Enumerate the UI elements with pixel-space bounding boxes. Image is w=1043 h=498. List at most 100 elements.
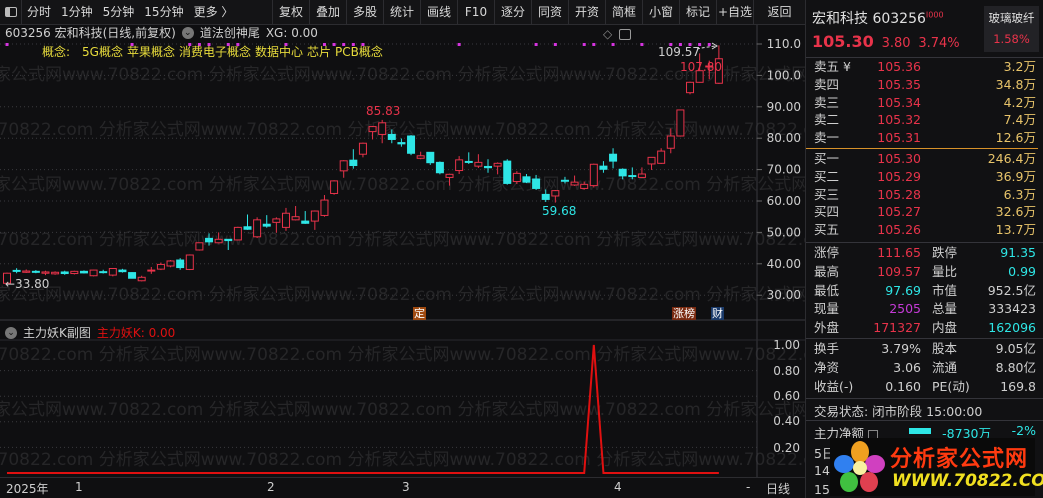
finance-marker[interactable]: 财 [711, 307, 724, 320]
candle[interactable] [599, 161, 608, 173]
candle[interactable] [532, 174, 541, 191]
candle[interactable] [291, 206, 300, 221]
overlay-button[interactable]: 叠加 [309, 0, 346, 25]
indicator-name[interactable]: 道法创神尾 [200, 25, 260, 41]
candle[interactable] [301, 211, 310, 224]
sub-chart-title[interactable]: 主力妖K副图 [23, 324, 91, 341]
kline-chart[interactable]: 110.0 100.0 90.00 80.00 70.00 60.00 50.00 40.00… [0, 0, 805, 498]
candle[interactable] [378, 119, 387, 144]
candle[interactable] [330, 180, 339, 195]
panel-layout-icon[interactable] [619, 29, 631, 40]
candle[interactable] [503, 159, 512, 185]
add-watchlist-button[interactable]: +自选 [716, 0, 753, 25]
multi-stock-button[interactable]: 多股 [346, 0, 383, 25]
candle[interactable] [416, 151, 425, 160]
concept-tag[interactable]: PCB概念 [335, 44, 383, 60]
tab-1min[interactable]: 1分钟 [56, 0, 98, 25]
candle[interactable] [41, 270, 50, 276]
draw-line-button[interactable]: 画线 [420, 0, 457, 25]
candle[interactable] [407, 135, 416, 156]
small-window-button[interactable]: 小窗 [642, 0, 679, 25]
candle[interactable] [686, 81, 695, 95]
bid-row[interactable]: 买二 105.29 36.9万 [814, 168, 1036, 186]
ask-row[interactable]: 卖一 105.31 12.6万 [814, 129, 1036, 147]
zhangbang-marker[interactable]: 涨榜 [672, 307, 696, 320]
candle[interactable] [243, 214, 252, 230]
candle[interactable] [647, 156, 656, 170]
candle[interactable] [137, 275, 146, 282]
candle[interactable] [22, 269, 31, 273]
candle[interactable] [12, 268, 21, 274]
candle[interactable] [31, 270, 40, 274]
date-axis-dash[interactable]: - [746, 480, 750, 494]
candle[interactable] [320, 195, 329, 217]
candle[interactable] [455, 156, 464, 174]
ask-row[interactable]: 卖三 105.34 4.2万 [814, 94, 1036, 112]
tab-intraday[interactable]: 分时 [22, 0, 56, 25]
candle[interactable] [60, 270, 69, 275]
candle[interactable] [195, 242, 204, 251]
same-capital-button[interactable]: 同资 [531, 0, 568, 25]
candle[interactable] [99, 269, 108, 274]
candle[interactable] [224, 238, 233, 250]
open-capital-button[interactable]: 开资 [568, 0, 605, 25]
concept-tag[interactable]: 芯片 [307, 44, 331, 60]
statistics-button[interactable]: 统计 [383, 0, 420, 25]
candle[interactable] [657, 148, 666, 164]
adjust-button[interactable]: 复权 [272, 0, 309, 25]
candle[interactable] [349, 149, 358, 169]
tab-more[interactable]: 更多 〉 [189, 0, 239, 25]
period-label[interactable]: 日线 [766, 480, 790, 497]
candle[interactable] [339, 160, 348, 178]
candle[interactable] [628, 167, 637, 180]
candle[interactable] [676, 109, 685, 137]
ask-row[interactable]: 卖二 105.32 7.4万 [814, 111, 1036, 129]
candle[interactable] [387, 129, 396, 144]
ask-row[interactable]: 卖五 ¥ 105.36 3.2万 [814, 58, 1036, 76]
candle[interactable] [589, 163, 598, 188]
sector-box[interactable]: 玻璃玻纤 1.58% [984, 6, 1039, 52]
candle[interactable] [281, 207, 290, 231]
sub-indicator-dropdown-icon[interactable]: ⌄ [5, 326, 17, 339]
diamond-icon[interactable]: ◇ [603, 27, 612, 41]
back-button[interactable]: 返回 [753, 0, 805, 25]
candle[interactable] [205, 233, 214, 246]
candle[interactable] [493, 162, 502, 175]
candle[interactable] [108, 268, 117, 277]
simple-frame-button[interactable]: 简框 [605, 0, 642, 25]
tab-15min[interactable]: 15分钟 [139, 0, 188, 25]
candle[interactable] [464, 152, 473, 164]
mark-button[interactable]: 标记 [679, 0, 716, 25]
candle[interactable] [368, 125, 377, 140]
candle[interactable] [426, 151, 435, 165]
candle[interactable] [445, 173, 454, 186]
candle[interactable] [272, 217, 281, 233]
candle[interactable] [522, 173, 531, 184]
candle[interactable] [253, 217, 262, 239]
ding-marker[interactable]: 定 [413, 307, 426, 320]
candle[interactable] [118, 268, 127, 273]
bid-row[interactable]: 买一 105.30 246.4万 [814, 150, 1036, 168]
bid-row[interactable]: 买三 105.28 6.3万 [814, 186, 1036, 204]
concept-tag[interactable]: 苹果概念 [127, 44, 175, 60]
candle[interactable] [79, 270, 88, 274]
candle[interactable] [666, 128, 675, 154]
candle[interactable] [89, 269, 98, 277]
concept-tag[interactable]: 5G概念 [82, 44, 123, 60]
candle[interactable] [560, 176, 569, 184]
candle[interactable] [185, 254, 194, 271]
candle[interactable] [609, 148, 618, 169]
candle[interactable] [166, 260, 175, 268]
candle[interactable] [51, 271, 60, 275]
candle[interactable] [512, 171, 521, 185]
candle[interactable] [570, 175, 579, 186]
candle[interactable] [618, 168, 627, 180]
candle[interactable] [147, 266, 156, 274]
candle[interactable] [262, 215, 271, 228]
concept-tag[interactable]: 消费电子概念 [179, 44, 251, 60]
candle[interactable] [435, 161, 444, 175]
tab-5min[interactable]: 5分钟 [98, 0, 140, 25]
candle[interactable] [541, 189, 550, 203]
f10-button[interactable]: F10 [457, 0, 494, 25]
candle[interactable] [397, 138, 406, 147]
